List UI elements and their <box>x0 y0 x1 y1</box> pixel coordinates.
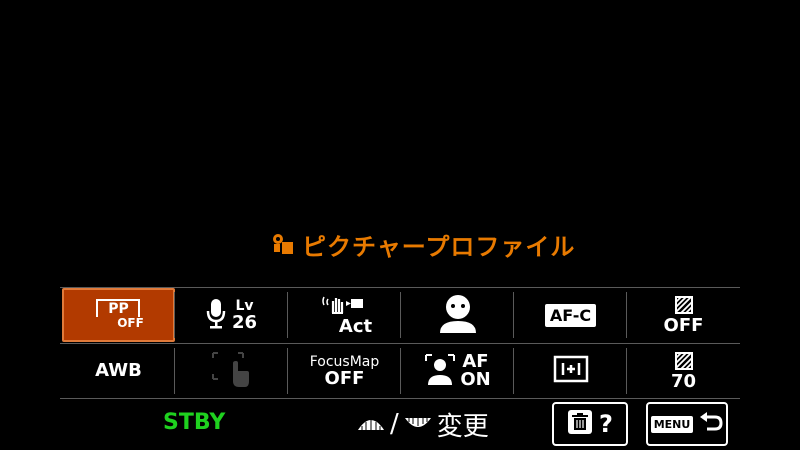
audio-level-item[interactable]: Lv 26 <box>174 288 288 342</box>
menu-badge: MENU <box>650 415 694 433</box>
divider <box>60 398 740 399</box>
fn-menu-grid: PP OFF Lv 26 Act AF-C OFF AWB FocusMap O… <box>60 288 740 398</box>
focus-mode-item[interactable]: AF-C <box>513 288 627 342</box>
separator: / <box>390 409 399 439</box>
change-label: 変更 <box>436 411 489 442</box>
front-dial-icon <box>356 409 386 439</box>
white-balance-label: AWB <box>95 360 142 381</box>
audio-level-display: Lv 26 <box>232 298 257 332</box>
touch-focus-icon <box>209 349 255 393</box>
zebra-item[interactable]: OFF <box>626 288 740 342</box>
steadyshot-item[interactable]: Act <box>287 288 401 342</box>
zebra-icon <box>674 295 693 317</box>
page-title: ピクチャープロファイル <box>272 228 576 261</box>
microphone-icon <box>206 297 226 333</box>
rear-dial-icon <box>403 409 433 439</box>
white-balance-item[interactable]: AWB <box>62 344 175 398</box>
face-icon <box>436 293 480 337</box>
fn-menu-row-1: PP OFF Lv 26 Act AF-C OFF <box>60 288 740 342</box>
picture-profile-icon: PP <box>96 299 141 317</box>
picture-profile-display: PP OFF <box>93 299 144 331</box>
recording-status: STBY <box>163 410 226 435</box>
pp-label: PP <box>108 301 129 317</box>
face-af-display: AF ON <box>460 353 490 389</box>
focus-area-icon <box>553 355 589 387</box>
steadyshot-icon <box>321 295 369 318</box>
picture-profile-item[interactable]: PP OFF <box>62 288 175 342</box>
page-title-text: ピクチャープロファイル <box>302 232 576 261</box>
bottom-bar: STBY / 変更 ? MENU <box>0 400 800 450</box>
af-c-icon: AF-C <box>544 303 597 327</box>
face-af-item[interactable]: AF ON <box>400 344 514 398</box>
delete-help-button[interactable]: ? <box>552 402 628 446</box>
menu-back-button[interactable]: MENU <box>646 402 728 446</box>
focus-area-item[interactable] <box>513 344 627 398</box>
trash-icon <box>567 409 593 439</box>
zebra-level-item[interactable]: 70 <box>626 344 740 398</box>
picture-profile-icon <box>272 233 294 255</box>
change-hint: / 変更 <box>356 408 489 442</box>
zebra-value: OFF <box>663 314 704 336</box>
focus-map-value: OFF <box>324 368 365 389</box>
face-af-value: ON <box>460 369 491 390</box>
pp-value: OFF <box>117 316 144 330</box>
audio-level-value: 26 <box>231 312 258 333</box>
focus-map-item[interactable]: FocusMap OFF <box>287 344 401 398</box>
steadyshot-display: Act <box>317 295 372 336</box>
face-priority-item[interactable] <box>400 288 514 342</box>
af-c-label: AF-C <box>549 305 592 325</box>
fn-menu-row-2: AWB FocusMap OFF AF ON 70 <box>60 344 740 398</box>
steadyshot-value: Act <box>338 315 373 337</box>
focus-map-display: FocusMap OFF <box>310 354 380 388</box>
help-icon: ? <box>599 410 613 438</box>
zebra-display: OFF <box>663 295 704 336</box>
zebra-level-value: 70 <box>670 370 697 392</box>
zebra-icon <box>674 351 693 373</box>
zebra-level-display: 70 <box>670 351 697 392</box>
face-frame-icon <box>424 353 456 389</box>
touch-focus-item[interactable] <box>174 344 288 398</box>
return-arrow-icon <box>699 411 723 437</box>
